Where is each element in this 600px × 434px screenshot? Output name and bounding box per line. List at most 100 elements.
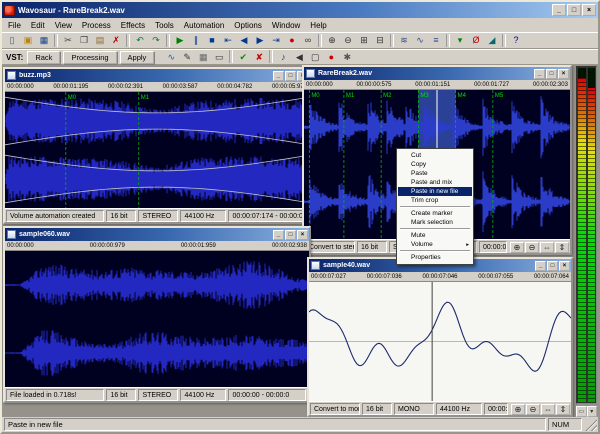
menu-item[interactable]: Options [229,20,267,31]
context-menu-item[interactable]: Mute [398,231,472,240]
monitor-icon[interactable]: ▢ [307,50,323,65]
context-menu-item[interactable]: Mark selection [398,218,472,227]
spectrum-icon[interactable]: ≋ [396,33,412,48]
context-menu-item[interactable]: Properties [398,253,472,262]
zoom-in-icon[interactable]: ⊕ [324,33,340,48]
minimize-button[interactable]: _ [534,69,545,79]
minimize-button[interactable]: _ [552,4,566,16]
forward-icon[interactable]: ▶ [252,33,268,48]
zoom-selection-icon[interactable]: ⊞ [356,33,372,48]
disable-icon[interactable]: ✘ [251,50,267,65]
time-ruler[interactable]: 00:00:00000:00:00:57500:00:01:15100:00:0… [304,80,570,90]
context-menu-item[interactable]: Volume ▸ [398,240,472,249]
waveform-display[interactable] [309,282,571,401]
context-menu-item[interactable]: Paste in new file [398,187,472,196]
context-menu-item[interactable]: Paste [398,169,472,178]
cut-icon[interactable]: ✂ [60,33,76,48]
pause-icon[interactable]: ∥ [188,33,204,48]
context-menu-item[interactable]: Cut [398,151,472,160]
context-menu-item[interactable]: Trim crop [398,196,472,205]
undo-icon[interactable]: ↶ [132,33,148,48]
zoom-vertical-icon[interactable]: ⇕ [556,404,570,415]
zoom-out-icon[interactable]: ⊖ [340,33,356,48]
meter-menu-icon[interactable]: ▾ [587,406,598,417]
time-ruler[interactable]: 00:00:00000:00:01:19500:00:02:39100:00:0… [5,82,309,92]
delete-icon[interactable]: ✗ [108,33,124,48]
speaker-icon[interactable]: ◀ [291,50,307,65]
goto-end-icon[interactable]: ⇥ [268,33,284,48]
context-menu-item[interactable]: Create marker [398,209,472,218]
goto-start-icon[interactable]: ⇤ [220,33,236,48]
zoom-in-icon[interactable]: ⊕ [511,404,525,415]
record-arm-icon[interactable]: ● [323,50,339,65]
time-ruler[interactable]: 00:00:00000:00:00:97900:00:01:95900:00:0… [5,241,309,251]
new-file-icon[interactable]: ▯ [4,33,20,48]
zoom-horizontal-icon[interactable]: ⇔ [541,404,555,415]
options-icon[interactable]: ✱ [339,50,355,65]
save-icon[interactable]: ▦ [36,33,52,48]
menu-item[interactable]: Process [77,20,116,31]
copy-icon[interactable]: ❐ [76,33,92,48]
context-menu-item[interactable]: Copy [398,160,472,169]
zoom-in-icon[interactable]: ⊕ [510,242,524,253]
vst-button[interactable]: Apply [120,51,155,64]
time-ruler[interactable]: 00:00:07:02700:00:07:03600:00:07:04600:0… [309,272,571,282]
menu-item[interactable]: Automation [179,20,229,31]
context-menu-item[interactable]: Paste and mix [398,178,472,187]
selection-tool-icon[interactable]: ▭ [211,50,227,65]
help-icon[interactable]: ? [508,33,524,48]
pencil-edit-icon[interactable]: ✎ [179,50,195,65]
maximize-button[interactable]: □ [546,69,557,79]
redo-icon[interactable]: ↷ [148,33,164,48]
resize-grip[interactable] [584,418,597,431]
marker-icon[interactable]: ▾ [452,33,468,48]
waveform-display[interactable]: M0M1 [5,92,309,208]
maximize-button[interactable]: □ [567,4,581,16]
child-titlebar[interactable]: buzz.mp3 _ □ × [5,69,309,82]
menu-item[interactable]: Effects [116,20,150,31]
zoom-out-icon[interactable]: ⊖ [526,404,540,415]
zoom-vertical-icon[interactable]: ⇕ [555,242,569,253]
enable-icon[interactable]: ✔ [235,50,251,65]
zoom-all-icon[interactable]: ⊟ [372,33,388,48]
statistics-icon[interactable]: ≡ [428,33,444,48]
open-file-icon[interactable]: ▣ [20,33,36,48]
child-titlebar[interactable]: sample060.wav _ □ × [5,228,309,241]
close-button[interactable]: × [297,230,308,240]
oscilloscope-icon[interactable]: ∿ [412,33,428,48]
close-button[interactable]: × [582,4,596,16]
play-icon[interactable]: ▶ [172,33,188,48]
volume-icon[interactable]: ◢ [484,33,500,48]
close-button[interactable]: × [558,69,569,79]
paste-icon[interactable]: ▤ [92,33,108,48]
loop-icon[interactable]: ∞ [300,33,316,48]
menu-item[interactable]: Window [267,20,305,31]
midi-icon[interactable]: ♪ [275,50,291,65]
minimize-button[interactable]: _ [273,230,284,240]
maximize-button[interactable]: □ [285,230,296,240]
menu-item[interactable]: Edit [26,20,50,31]
menu-item[interactable]: Help [305,20,331,31]
maximize-button[interactable]: □ [285,71,296,81]
child-titlebar[interactable]: RareBreak2.wav _ □ × [304,67,570,80]
waveform-display[interactable] [5,251,309,387]
vst-button[interactable]: Processing [63,51,116,64]
maximize-button[interactable]: □ [547,261,558,271]
grid-snap-icon[interactable]: ▦ [195,50,211,65]
menu-item[interactable]: Tools [150,20,179,31]
zoom-horizontal-icon[interactable]: ⇔ [540,242,554,253]
zoom-out-icon[interactable]: ⊖ [525,242,539,253]
minimize-button[interactable]: _ [273,71,284,81]
menu-item[interactable]: File [3,20,26,31]
meter-reset-icon[interactable]: ▭ [576,406,587,417]
record-icon[interactable]: ● [284,33,300,48]
stop-icon[interactable]: ■ [204,33,220,48]
mute-icon[interactable]: Ø [468,33,484,48]
close-button[interactable]: × [559,261,570,271]
minimize-button[interactable]: _ [535,261,546,271]
waveform-view-icon[interactable]: ∿ [163,50,179,65]
titlebar[interactable]: Wavosaur - RareBreak2.wav _ □ × [2,2,598,18]
menu-item[interactable]: View [50,20,77,31]
rewind-icon[interactable]: ◀ [236,33,252,48]
vst-button[interactable]: Rack [27,51,60,64]
